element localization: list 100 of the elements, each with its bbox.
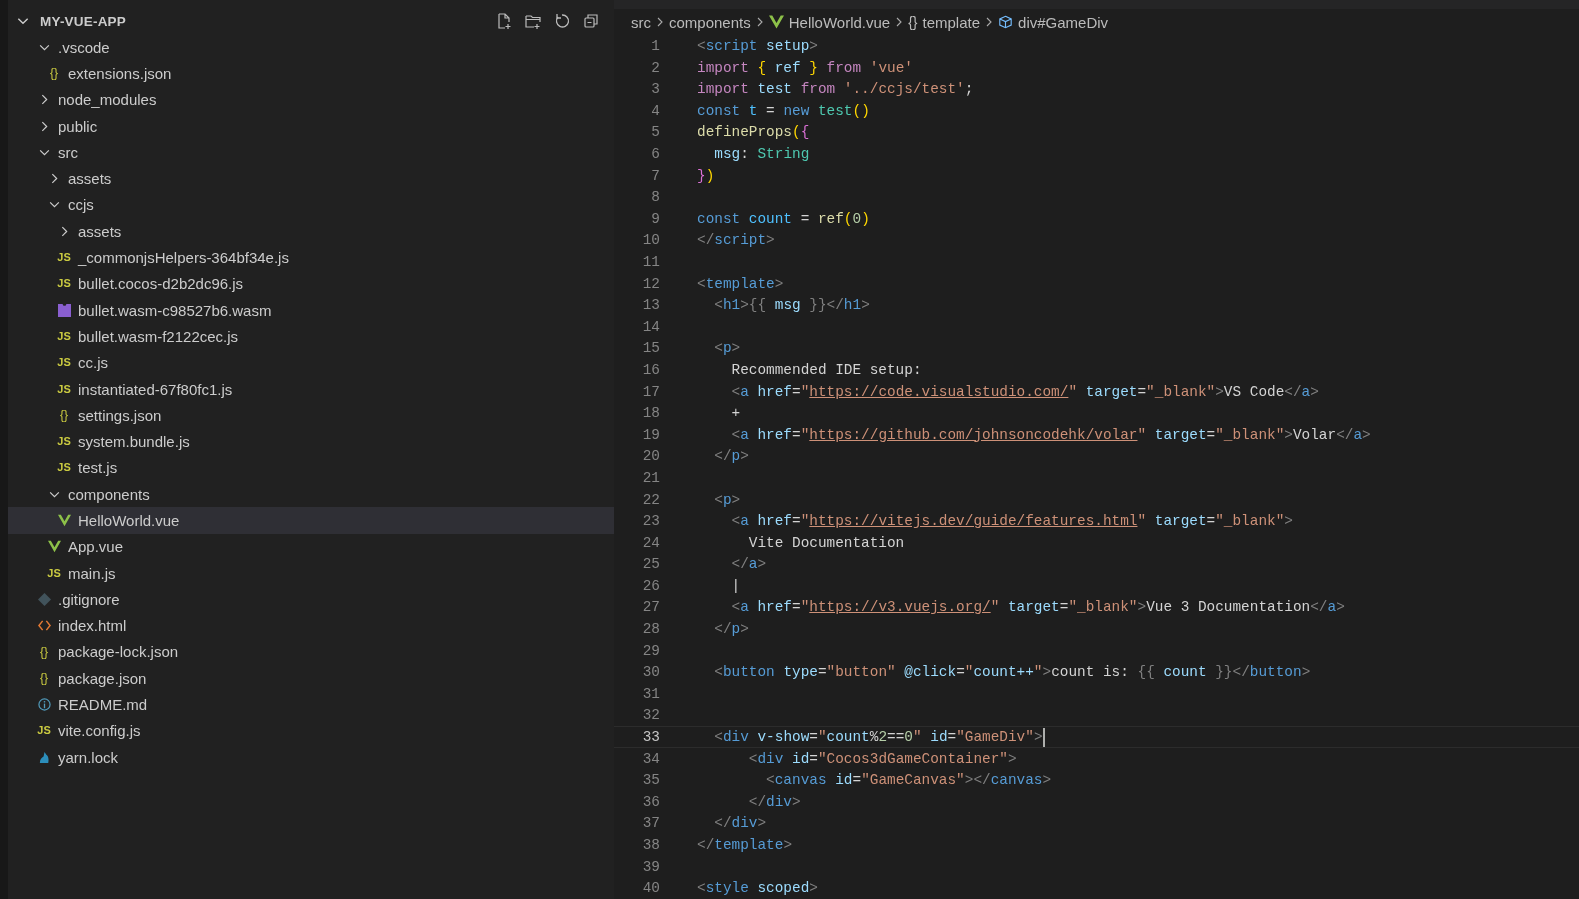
tree-item[interactable]: public: [8, 112, 614, 140]
tree-item[interactable]: assets: [8, 218, 614, 245]
code-line: </script>: [697, 232, 775, 249]
tree-item[interactable]: bullet.wasm-c98527b6.wasm: [8, 296, 614, 324]
v-logo-icon: [768, 15, 784, 30]
code-line: +: [730, 405, 741, 422]
tree-item[interactable]: {} settings.json: [8, 402, 614, 429]
breadcrumb-item[interactable]: components: [669, 13, 751, 31]
code-line: </div>: [747, 793, 801, 810]
code-line: <canvas id="GameCanvas"></canvas>: [765, 772, 1052, 789]
tree-item[interactable]: JS bullet.wasm-f2122cec.js: [8, 323, 614, 350]
tree-item[interactable]: JS system.bundle.js: [8, 428, 614, 455]
line-number: 30: [641, 664, 660, 681]
line-number: 7: [650, 167, 660, 184]
new-file-icon[interactable]: [495, 12, 513, 30]
tree-item[interactable]: components: [8, 481, 614, 508]
code-line: <p>: [713, 340, 741, 357]
line-number: 14: [641, 318, 660, 335]
code-line: msg: String: [713, 146, 810, 162]
tree-item[interactable]: {} package.json: [8, 665, 614, 692]
breadcrumb-item[interactable]: HelloWorld.vue: [768, 13, 891, 31]
breadcrumb-item[interactable]: div#GameDiv: [998, 13, 1109, 31]
braces-icon: {}: [40, 672, 48, 685]
line-number: 3: [650, 81, 660, 98]
tree-item[interactable]: JS _commonjsHelpers-364bf34e.js: [8, 244, 614, 271]
js-icon: JS: [57, 436, 71, 448]
breadcrumb-item[interactable]: {} template: [908, 13, 981, 31]
line-number: 39: [641, 858, 660, 875]
line-number: 40: [641, 880, 660, 897]
line-number: 17: [641, 383, 660, 400]
tree-item[interactable]: assets: [8, 165, 614, 192]
tree-item[interactable]: JS instantiated-67f80fc1.js: [8, 375, 614, 403]
tree-item[interactable]: JS cc.js: [8, 349, 614, 376]
js-icon: JS: [57, 357, 71, 369]
code-line: <button type="button" @click="count++">count is: {{ count }}</button>: [713, 664, 1311, 681]
breadcrumb-item[interactable]: src: [631, 13, 651, 31]
line-number: 4: [650, 102, 660, 119]
line-number: 33: [641, 729, 660, 746]
code-line: <h1>{{ msg }}</h1>: [713, 297, 870, 314]
js-icon: JS: [47, 567, 61, 579]
js-icon: JS: [57, 330, 71, 342]
line-number: 25: [641, 556, 660, 573]
code-line: <script setup>: [697, 38, 818, 55]
line-number: 9: [650, 210, 660, 227]
tree-item[interactable]: ccjs: [8, 191, 614, 219]
line-number: 36: [641, 793, 660, 810]
v-logo-icon: [57, 514, 71, 527]
code-line: </p>: [713, 621, 749, 638]
tree-item[interactable]: App.vue: [8, 533, 614, 560]
line-number: 28: [641, 621, 660, 638]
code-line: <template>: [697, 275, 784, 292]
code-line: }): [697, 167, 715, 184]
tree-item[interactable]: .gitignore: [8, 586, 614, 613]
js-icon: JS: [57, 252, 71, 263]
tree-item[interactable]: JS bullet.cocos-d2b2dc96.js: [8, 270, 614, 297]
line-number: 26: [641, 577, 660, 594]
info-icon: [37, 698, 51, 712]
braces-icon: {}: [60, 409, 68, 422]
code-line: <a href="https://v3.vuejs.org/" target="_blank">Vue 3 Documentation</a>: [730, 599, 1345, 616]
cube-icon: [998, 15, 1014, 30]
line-number: 20: [641, 448, 660, 465]
tree-item[interactable]: JS vite.config.js: [8, 717, 614, 744]
line-number: 24: [641, 534, 660, 551]
line-number: 6: [650, 146, 660, 162]
tree-item[interactable]: JS test.js: [8, 454, 614, 482]
diamond-icon: [37, 592, 51, 606]
tree-item[interactable]: {} extensions.json: [8, 60, 614, 87]
tree-item[interactable]: {} package-lock.json: [8, 638, 614, 666]
line-number: 21: [641, 469, 660, 486]
code-line: <p>: [713, 491, 741, 508]
code-line: Vite Documentation: [747, 534, 905, 551]
tree-item[interactable]: index.html: [8, 612, 614, 639]
js-icon: JS: [57, 462, 71, 474]
line-number: 27: [641, 599, 660, 616]
tree-item[interactable]: JS main.js: [8, 559, 614, 587]
line-number: 23: [641, 513, 660, 530]
line-number: 22: [641, 491, 660, 508]
tree-item[interactable]: yarn.lock: [8, 744, 614, 771]
line-number: 13: [641, 297, 660, 314]
line-number: 10: [641, 232, 660, 249]
new-folder-icon[interactable]: [524, 12, 542, 30]
js-icon: JS: [57, 383, 71, 395]
chevron-right-icon: [656, 16, 664, 29]
code-line: import test from '../ccjs/test';: [697, 81, 974, 98]
tree-item[interactable]: src: [8, 139, 614, 166]
line-number: 32: [641, 707, 660, 724]
tree-item[interactable]: node_modules: [8, 86, 614, 113]
refresh-icon[interactable]: [553, 12, 571, 30]
code-line: <a href="https://code.visualstudio.com/" target="_blank">VS Code</a>: [730, 383, 1319, 400]
tree-item[interactable]: .vscode: [8, 34, 614, 61]
line-number: 31: [641, 685, 660, 702]
code-line: </a>: [730, 556, 767, 573]
line-number: 19: [641, 426, 660, 443]
code-line: <a href="https://vitejs.dev/guide/features.html" target="_blank">: [730, 513, 1293, 530]
tree-item[interactable]: README.md: [8, 691, 614, 718]
code-line: <style scoped>: [697, 880, 818, 897]
collapse-all-icon[interactable]: [582, 12, 600, 30]
chevron-right-icon: [895, 16, 904, 29]
tree-item[interactable]: HelloWorld.vue: [8, 507, 614, 534]
code-brackets-icon: [37, 619, 51, 633]
